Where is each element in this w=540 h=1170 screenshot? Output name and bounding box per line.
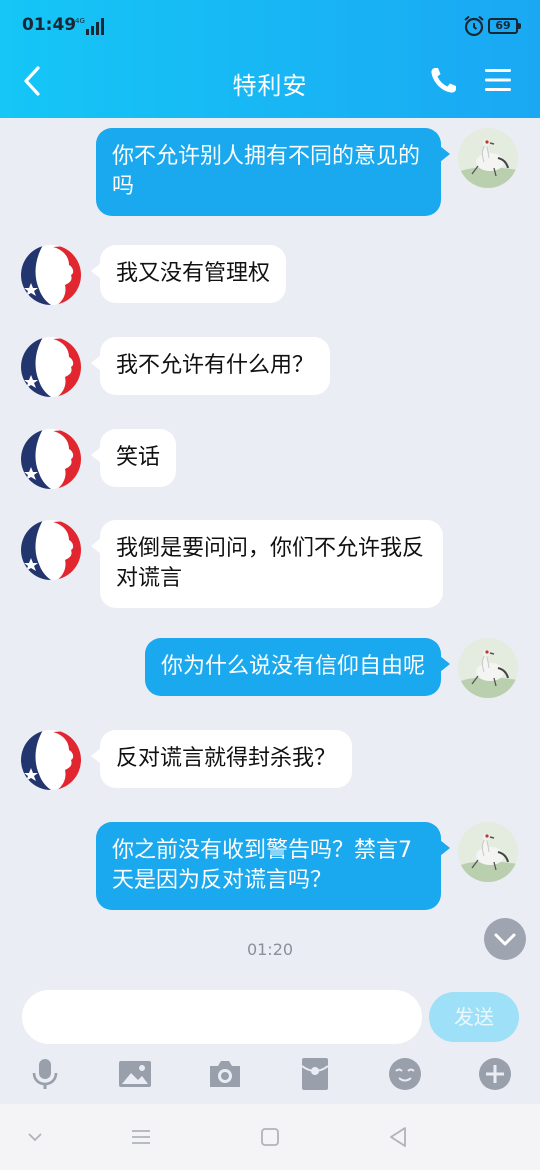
bird-avatar-icon	[458, 128, 518, 188]
emoji-icon[interactable]	[387, 1056, 423, 1092]
message-input[interactable]	[22, 990, 422, 1044]
recent-apps-icon[interactable]	[128, 1124, 154, 1150]
contact-avatar[interactable]	[21, 730, 81, 790]
message-bubble-outgoing[interactable]: 你不允许别人拥有不同的意见的吗	[96, 128, 450, 216]
status-time: 01:49	[22, 15, 77, 35]
chat-header: 01:49 4G 69 特利安	[0, 0, 540, 118]
profile-silhouette-icon	[21, 730, 81, 790]
system-navigation-bar	[0, 1104, 540, 1170]
message-bubble-outgoing[interactable]: 你之前没有收到警告吗？禁言7天是因为反对谎言吗？	[96, 822, 450, 910]
profile-silhouette-icon	[21, 429, 81, 489]
message-bubble-incoming[interactable]: 我倒是要问问，你们不允许我反对谎言	[91, 520, 443, 608]
contact-avatar[interactable]	[21, 429, 81, 489]
message-bubble-incoming[interactable]: 我不允许有什么用？	[90, 337, 331, 395]
signal-icon: 4G	[75, 17, 104, 35]
status-bar: 01:49 4G 69	[0, 0, 540, 52]
my-avatar[interactable]	[458, 128, 518, 188]
contact-avatar[interactable]	[21, 245, 81, 305]
composer-toolbar	[0, 1046, 540, 1104]
profile-silhouette-icon	[21, 245, 81, 305]
bird-avatar-icon	[458, 638, 518, 698]
contact-avatar[interactable]	[21, 337, 81, 397]
message-list[interactable]: 你不允许别人拥有不同的意见的吗 我又没有管理权 我不允许有什么用？ 笑话 我倒是…	[0, 118, 540, 988]
phone-icon[interactable]	[428, 64, 460, 96]
message-bubble-incoming[interactable]: 反对谎言就得封杀我？	[90, 730, 353, 788]
camera-icon[interactable]	[207, 1056, 243, 1092]
composer: 发送	[0, 988, 540, 1046]
chevron-down-icon[interactable]	[22, 1124, 48, 1150]
back-triangle-icon[interactable]	[385, 1124, 411, 1150]
send-button[interactable]: 发送	[429, 992, 519, 1042]
profile-silhouette-icon	[21, 520, 81, 580]
alarm-icon	[464, 15, 484, 37]
plus-icon[interactable]	[477, 1056, 513, 1092]
message-timestamp: 01:20	[246, 940, 294, 959]
microphone-icon[interactable]	[27, 1056, 63, 1092]
contact-avatar[interactable]	[21, 520, 81, 580]
red-packet-icon[interactable]	[297, 1056, 333, 1092]
battery-indicator: 69	[488, 18, 521, 34]
nav-bar: 特利安	[0, 52, 540, 118]
bird-avatar-icon	[458, 822, 518, 882]
my-avatar[interactable]	[458, 822, 518, 882]
scroll-to-bottom-button[interactable]	[484, 918, 526, 960]
chevron-down-icon	[494, 933, 516, 946]
message-bubble-incoming[interactable]: 我又没有管理权	[90, 245, 287, 303]
profile-silhouette-icon	[21, 337, 81, 397]
message-bubble-incoming[interactable]: 笑话	[90, 429, 177, 487]
my-avatar[interactable]	[458, 638, 518, 698]
message-bubble-outgoing[interactable]: 你为什么说没有信仰自由呢	[144, 638, 451, 696]
menu-icon[interactable]	[482, 64, 514, 96]
image-icon[interactable]	[117, 1056, 153, 1092]
home-icon[interactable]	[257, 1124, 283, 1150]
network-type: 4G	[75, 17, 85, 25]
